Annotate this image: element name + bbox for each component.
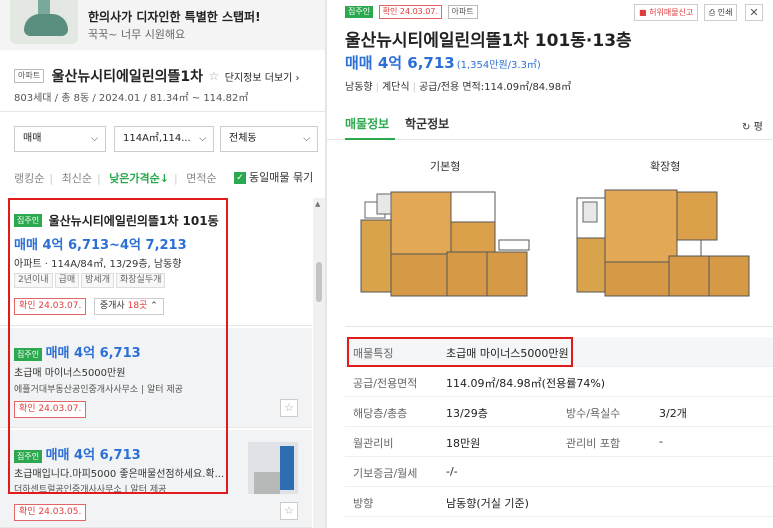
ad-banner[interactable]: 한의사가 디자인한 특별한 스탭퍼! 꾹꾹~ 너무 시원해요	[0, 0, 325, 50]
detail-panel: 집주인 확인 24.03.07. 아파트 ■ 허위매물신고 ⎙ 인쇄 ✕ 울산뉴…	[327, 0, 773, 528]
favorite-star-icon[interactable]: ☆	[280, 399, 298, 417]
plan-label-extended: 확장형	[650, 160, 681, 173]
refresh-icon: ↻	[742, 122, 751, 133]
ad-title: 한의사가 디자인한 특별한 스탭퍼!	[88, 10, 261, 24]
owner-badge: 집주인	[345, 6, 374, 18]
chip: 급매	[54, 273, 80, 288]
close-icon[interactable]: ✕	[744, 4, 763, 21]
checkbox-checked-icon[interactable]: ✓	[234, 172, 246, 184]
chevron-up-icon: ⌃	[150, 301, 158, 311]
listing-price: 매매 4억 6,713	[45, 346, 141, 361]
floor-plan-extended-image[interactable]	[567, 180, 765, 300]
confirm-date: 확인 24.03.07.	[14, 401, 87, 418]
info-row-feature: 매물특징 초급매 마이너스5000만원	[345, 337, 773, 367]
sort-low-price[interactable]: 낮은가격순↓	[109, 172, 169, 185]
print-button[interactable]: ⎙ 인쇄	[703, 4, 738, 21]
complex-type-tag: 아파트	[14, 69, 45, 83]
info-row-floor: 해당층/총층 13/29층 방수/욕실수 3/2개	[345, 397, 773, 427]
scrollbar-thumb[interactable]	[316, 262, 322, 302]
chevron-down-icon: ⌵	[303, 134, 310, 144]
tab-listing-info[interactable]: 매물정보	[345, 115, 389, 132]
divider	[0, 111, 325, 112]
listing-price: 매매 4억 6,713~4억 7,213	[14, 238, 187, 253]
chip: 2년이내	[14, 273, 53, 288]
listing-title: 울산뉴시티에일린의뜰1차 101동	[48, 214, 219, 228]
confirm-date: 확인 24.03.07.	[14, 298, 87, 315]
detail-actions: ■ 허위매물신고 ⎙ 인쇄 ✕	[632, 4, 763, 21]
ad-subtitle: 꾹꾹~ 너무 시원해요	[88, 28, 186, 41]
area-unit-toggle[interactable]: ↻ 평	[742, 118, 763, 133]
listing-details: 아파트 · 114A/84㎡, 13/29층, 남동향	[14, 259, 182, 270]
print-icon: ⎙	[708, 8, 716, 17]
tab-school-info[interactable]: 학군정보	[405, 115, 449, 132]
floor-plans: 기본형 확장형	[327, 140, 773, 330]
chip: 방세개	[81, 273, 114, 288]
detail-meta: 남동향 | 계단식 | 공급/전용 면적:114.09㎡/84.98㎡	[345, 82, 572, 93]
confirm-date: 확인 24.03.07.	[378, 5, 443, 19]
sort-latest[interactable]: 최신순	[62, 172, 92, 185]
favorite-star-icon[interactable]: ☆	[209, 69, 220, 83]
confirm-date: 확인 24.03.05.	[14, 504, 87, 521]
area-select[interactable]: 114A㎡,114... ⌵	[114, 126, 214, 152]
report-button[interactable]: ■ 허위매물신고	[634, 4, 699, 21]
detail-price: 매매 4억 6,713 (1,354만원/3.3㎡)	[345, 54, 541, 72]
group-duplicates-toggle[interactable]: ✓ 동일매물 묶기	[234, 169, 313, 185]
favorite-star-icon[interactable]: ☆	[280, 502, 298, 520]
listing-description: 초급매 마이너스5000만원	[14, 368, 126, 379]
chevron-down-icon: ⌵	[199, 134, 206, 144]
sort-ranking[interactable]: 랭킹순	[14, 172, 44, 185]
info-row-direction: 방향 남동향(거실 기준)	[345, 487, 773, 517]
owner-badge: 집주인	[14, 214, 43, 227]
floor-plan-basic-image[interactable]	[347, 180, 545, 300]
complex-meta: 803세대 / 총 8동 / 2024.01 / 81.34㎡ ~ 114.82…	[14, 93, 249, 104]
listing-panel: 한의사가 디자인한 특별한 스탭퍼! 꾹꾹~ 너무 시원해요 아파트 울산뉴시티…	[0, 0, 325, 528]
listing-price: 매매 4억 6,713	[45, 448, 141, 463]
scrollbar[interactable]	[313, 198, 325, 528]
complex-header: 아파트 울산뉴시티에일린의뜰1차 ☆ 단지정보 더보기 ›	[14, 66, 319, 86]
scroll-up-icon[interactable]: ▲	[315, 200, 320, 208]
app-root: 한의사가 디자인한 특별한 스탭퍼! 꾹꾹~ 너무 시원해요 아파트 울산뉴시티…	[0, 0, 773, 528]
list-item[interactable]: 집주인 매매 4억 6,713 초급매 마이너스5000만원 에플거대부동산공인…	[0, 328, 312, 428]
listing-chips: 2년이내 급매 방세개 화장실두개	[14, 272, 167, 288]
owner-badge: 집주인	[14, 449, 43, 463]
listing-agent: 더하센트럴공인중개사사무소 | 알터 제공	[14, 485, 167, 495]
listing-agent: 에플거대부동산공인중개사사무소 | 알터 제공	[14, 385, 183, 395]
plan-label-basic: 기본형	[430, 160, 461, 173]
info-row-deposit: 기보증금/월세 -/-	[345, 457, 773, 487]
list-item[interactable]: 집주인 울산뉴시티에일린의뜰1차 101동 매매 4억 6,713~4억 7,2…	[0, 198, 312, 326]
info-row-fee: 월관리비 18만원 관리비 포함 -	[345, 427, 773, 457]
ad-image	[10, 0, 78, 44]
owner-badge: 집주인	[14, 347, 43, 361]
detail-badges: 집주인 확인 24.03.07. 아파트	[345, 5, 478, 19]
detail-title: 울산뉴시티에일린의뜰1차 101동·13층	[345, 31, 632, 51]
detail-tabs: 매물정보 학군정보 ↻ 평	[327, 104, 773, 140]
list-item[interactable]: 집주인 매매 4억 6,713 초급매입니다.마피5000 좋은매물선점하세요.…	[0, 430, 312, 528]
building-select[interactable]: 전체동 ⌵	[220, 126, 318, 152]
agent-count-button[interactable]: 중개사 18곳 ⌃	[93, 298, 164, 315]
listing-photo[interactable]	[248, 442, 298, 494]
chevron-down-icon: ⌵	[91, 134, 98, 144]
sort-area[interactable]: 면적순	[186, 172, 216, 185]
sort-options: 랭킹순 | 최신순 | 낮은가격순↓ | 면적순	[14, 172, 217, 185]
trade-type-select[interactable]: 매매 ⌵	[14, 126, 106, 152]
type-tag: 아파트	[447, 5, 478, 19]
complex-info-link[interactable]: 단지정보 더보기 ›	[225, 73, 300, 84]
listing-description: 초급매입니다.마피5000 좋은매물선점하세요.확...	[14, 469, 225, 480]
chip: 화장실두개	[115, 273, 166, 288]
listing-list: 집주인 울산뉴시티에일린의뜰1차 101동 매매 4억 6,713~4억 7,2…	[0, 198, 312, 528]
complex-name: 울산뉴시티에일린의뜰1차	[51, 69, 204, 85]
info-row-area: 공급/전용면적 114.09㎡/84.98㎡(전용률74%)	[345, 367, 773, 397]
divider	[345, 326, 773, 327]
siren-icon: ■	[639, 8, 647, 17]
